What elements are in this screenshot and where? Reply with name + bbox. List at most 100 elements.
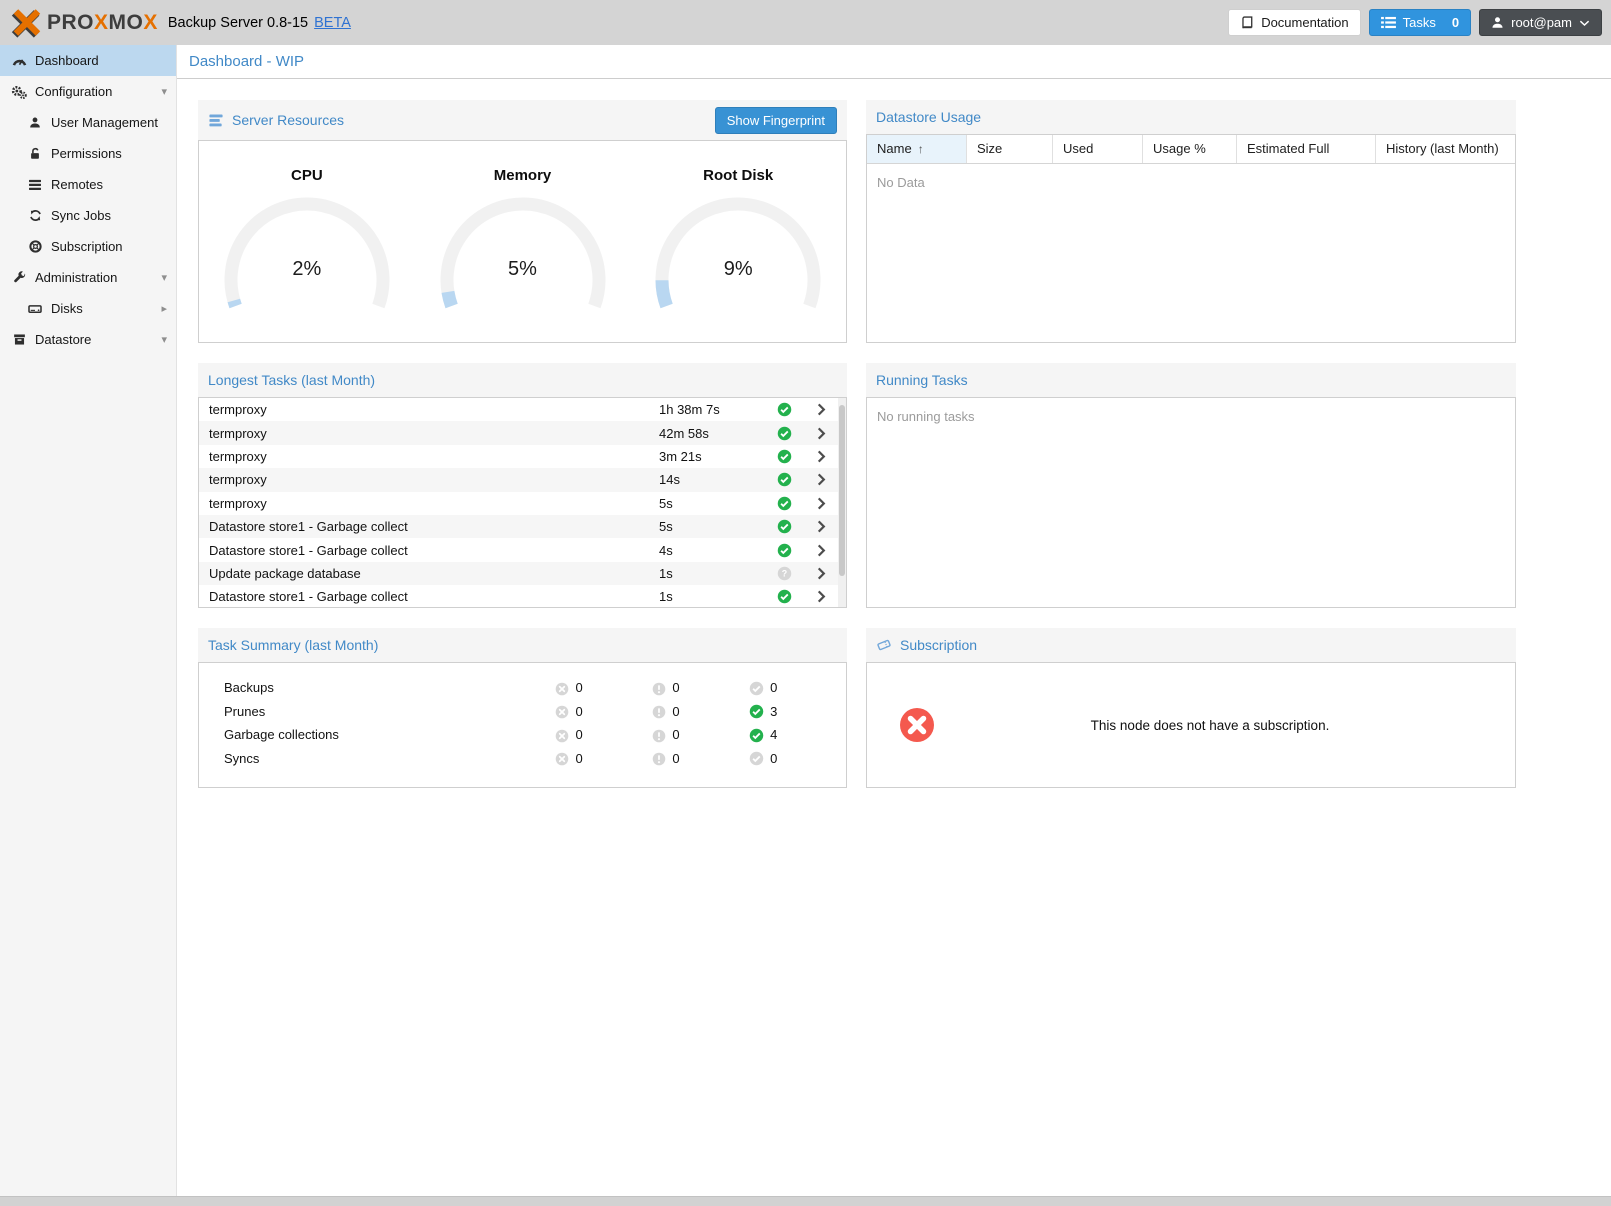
open-task-button[interactable] (804, 450, 838, 463)
gauge-arc (212, 196, 402, 316)
column-header-usage[interactable]: Usage % (1143, 135, 1237, 163)
documentation-button[interactable]: Documentation (1228, 9, 1360, 36)
support-icon (26, 240, 44, 253)
sync-icon (26, 209, 44, 222)
gauge-memory: Memory5% (415, 141, 631, 342)
sidebar-item-datastore[interactable]: Datastore▾ (0, 324, 176, 355)
user-menu-button[interactable]: root@pam (1479, 9, 1602, 36)
tasks-button[interactable]: Tasks 0 (1369, 9, 1471, 36)
task-duration: 1h 38m 7s (659, 402, 764, 417)
summary-row-garbage-collections: Garbage collections004 (199, 723, 846, 747)
gauge-label: Memory (415, 167, 631, 184)
sidebar-item-administration[interactable]: Administration▾ (0, 262, 176, 293)
task-name: termproxy (209, 402, 659, 417)
error-count: 0 (575, 727, 582, 742)
gauge-root-disk: Root Disk 9% (630, 141, 846, 342)
warning-count: 0 (672, 680, 679, 695)
horizontal-scrollbar[interactable] (0, 1196, 1611, 1206)
task-name: termproxy (209, 472, 659, 487)
task-row: termproxy1h 38m 7s (199, 398, 838, 421)
open-task-button[interactable] (804, 567, 838, 580)
chevron-down-icon[interactable]: ▾ (161, 333, 167, 346)
column-header-history-last-month[interactable]: History (last Month) (1376, 135, 1515, 163)
sidebar: DashboardConfiguration▾User ManagementPe… (0, 45, 177, 1196)
error-count-icon (555, 750, 569, 766)
ok-count-icon (749, 727, 764, 743)
longest-tasks-panel: Longest Tasks (last Month) termproxy1h 3… (198, 363, 847, 608)
panel-title: Task Summary (last Month) (208, 637, 378, 653)
column-header-size[interactable]: Size (967, 135, 1053, 163)
task-status-ok-icon (764, 426, 804, 441)
ok-count-icon (749, 703, 764, 719)
task-status-ok-icon (764, 472, 804, 487)
chevron-down-icon[interactable]: ▾ (161, 271, 167, 284)
scrollbar-thumb[interactable] (839, 405, 845, 576)
open-task-button[interactable] (804, 520, 838, 533)
task-name: Update package database (209, 566, 659, 581)
summary-label: Backups (224, 680, 555, 695)
warning-count-icon (652, 750, 666, 766)
proxmox-wordmark: PROXMOX (47, 11, 158, 35)
warning-count: 0 (672, 727, 679, 742)
sidebar-item-permissions[interactable]: Permissions (0, 138, 176, 169)
server-resources-panel: Server Resources Show Fingerprint CPU2%M… (198, 100, 847, 343)
task-name: termproxy (209, 449, 659, 464)
error-count-icon (555, 703, 569, 719)
show-fingerprint-button[interactable]: Show Fingerprint (715, 107, 837, 134)
wrench-icon (10, 271, 28, 284)
open-task-button[interactable] (804, 473, 838, 486)
sidebar-item-dashboard[interactable]: Dashboard (0, 45, 176, 76)
sidebar-item-disks[interactable]: Disks▸ (0, 293, 176, 324)
chevron-right-icon[interactable]: ▸ (161, 302, 167, 315)
task-name: Datastore store1 - Garbage collect (209, 543, 659, 558)
column-header-name[interactable]: Name↑ (867, 135, 967, 163)
open-task-button[interactable] (804, 403, 838, 416)
open-task-button[interactable] (804, 497, 838, 510)
column-header-used[interactable]: Used (1053, 135, 1143, 163)
sidebar-item-sync-jobs[interactable]: Sync Jobs (0, 200, 176, 231)
beta-link[interactable]: BETA (314, 15, 351, 31)
task-row: Datastore store1 - Garbage collect1s (199, 585, 838, 608)
user-icon (1491, 16, 1504, 29)
chevron-down-icon[interactable]: ▾ (161, 85, 167, 98)
sidebar-item-remotes[interactable]: Remotes (0, 169, 176, 200)
gauge-value: 9% (643, 258, 833, 281)
task-duration: 14s (659, 472, 764, 487)
panel-title: Subscription (900, 637, 977, 653)
error-count-icon (555, 680, 569, 696)
datastore-table-header: Name↑SizeUsedUsage %Estimated FullHistor… (867, 135, 1515, 164)
column-header-estimated-full[interactable]: Estimated Full (1237, 135, 1376, 163)
warning-count: 0 (672, 751, 679, 766)
task-status-ok-icon (764, 496, 804, 511)
book-icon (1240, 16, 1254, 30)
subscription-message: This node does not have a subscription. (935, 718, 1515, 733)
gauge-label: Root Disk (630, 167, 846, 184)
chevron-down-icon (1579, 19, 1590, 27)
sidebar-item-configuration[interactable]: Configuration▾ (0, 76, 176, 107)
error-count: 0 (575, 704, 582, 719)
subscription-panel: Subscription This node does not have a s… (866, 628, 1516, 788)
task-duration: 5s (659, 496, 764, 511)
sidebar-item-user-management[interactable]: User Management (0, 107, 176, 138)
open-task-button[interactable] (804, 427, 838, 440)
tasks-count-badge: 0 (1452, 15, 1459, 30)
vertical-scrollbar[interactable] (838, 398, 846, 607)
proxmox-logo: PROXMOX (10, 6, 158, 39)
proxmox-x-icon (10, 6, 43, 39)
datastore-icon (10, 333, 28, 346)
summary-label: Syncs (224, 751, 555, 766)
open-task-button[interactable] (804, 590, 838, 603)
main-area: Dashboard - WIP Server Resources (177, 45, 1611, 1196)
unlock-icon (26, 147, 44, 160)
task-name: Datastore store1 - Garbage collect (209, 519, 659, 534)
server-icon (208, 113, 224, 128)
error-count: 0 (575, 680, 582, 695)
open-task-button[interactable] (804, 544, 838, 557)
svg-text:?: ? (781, 569, 786, 579)
task-row: Update package database1s? (199, 562, 838, 585)
page-title-bar: Dashboard - WIP (177, 45, 1611, 79)
panel-title: Server Resources (232, 112, 344, 128)
sidebar-item-subscription[interactable]: Subscription (0, 231, 176, 262)
task-duration: 1s (659, 566, 764, 581)
running-tasks-panel: Running Tasks No running tasks (866, 363, 1516, 608)
